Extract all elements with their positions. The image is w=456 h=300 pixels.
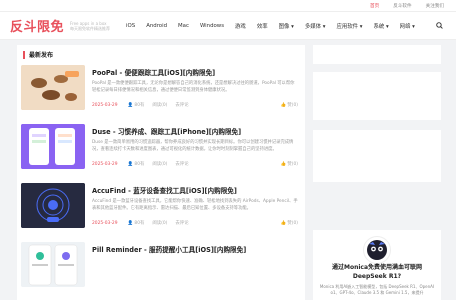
post-like-button[interactable]: 👍 赞(0) xyxy=(281,161,299,167)
post-item[interactable]: PooPal - 便便跟踪工具[iOS][内购限免] PooPal 是一款便便跟… xyxy=(21,65,301,110)
search-icon[interactable] xyxy=(435,21,445,31)
post-likes: 赞(0) xyxy=(287,221,298,226)
sidebar-widget xyxy=(313,130,441,182)
post-like-button[interactable]: 👍 赞(0) xyxy=(281,220,299,226)
post-author-name: 80有 xyxy=(134,162,145,167)
post-item[interactable]: Pill Reminder - 服药提醒小工具[iOS][内购限免] xyxy=(21,242,301,287)
post-comments-link[interactable]: 去评论 xyxy=(175,161,188,167)
post-author-name: 80有 xyxy=(134,221,145,226)
post-comments-link[interactable]: 去评论 xyxy=(175,102,188,108)
top-link-software[interactable]: 反斗软件 xyxy=(393,3,411,9)
post-author[interactable]: 👤 80有 xyxy=(128,220,145,226)
nav-item-android[interactable]: Android xyxy=(146,23,167,29)
nav-item-system[interactable]: 系统 ▾ xyxy=(373,22,388,30)
nav-item-windows[interactable]: Windows xyxy=(200,23,224,29)
post-excerpt: AccuFind 是一款蓝牙设备查找工具，它能帮你快速、准确、轻松地找到丢失的 … xyxy=(92,199,298,211)
site-logo[interactable]: 反斗限免 Free apps in a box 每天限免软件精选推荐 xyxy=(10,16,110,35)
post-like-button[interactable]: 👍 赞(0) xyxy=(281,102,299,108)
post-author[interactable]: 👤 80有 xyxy=(128,161,145,167)
post-reads: 阅读(0) xyxy=(152,221,168,226)
section-header: 最新发布 xyxy=(17,45,305,64)
thumbs-up-icon: 👍 xyxy=(280,103,286,108)
ad-description: Monica 利用AI嵌入工智能模型，包括 DeepSeek R1、OpenAI… xyxy=(319,284,435,295)
site-header: 反斗限免 Free apps in a box 每天限免软件精选推荐 iOS A… xyxy=(0,12,456,40)
post-title[interactable]: AccuFind - 蓝牙设备查找工具[iOS][内购限免] xyxy=(92,185,237,195)
post-thumbnail[interactable] xyxy=(21,242,85,287)
post-reads: 阅读(0) xyxy=(152,162,168,167)
ad-title[interactable]: 通过Monica免费使用满血可联网 DeepSeek R1? xyxy=(313,263,441,281)
nav-item-apps[interactable]: 应用软件 ▾ xyxy=(336,22,362,30)
post-likes: 赞(0) xyxy=(287,103,298,108)
post-likes: 赞(0) xyxy=(287,162,298,167)
post-thumbnail[interactable] xyxy=(21,124,85,169)
top-link-home[interactable]: 首页 xyxy=(370,3,379,9)
thumbs-up-icon: 👍 xyxy=(280,162,286,167)
nav-item-mac[interactable]: Mac xyxy=(178,23,189,29)
logo-subtitle: Free apps in a box 每天限免软件精选推荐 xyxy=(70,21,110,31)
logo-sub-cn: 每天限免软件精选推荐 xyxy=(70,25,111,31)
ad-title-line2: DeepSeek R1? xyxy=(352,273,402,280)
section-title: 最新发布 xyxy=(29,52,54,59)
post-meta: 2025-03-29 👤 80有 阅读(0) 去评论 👍 赞(0) xyxy=(92,161,299,168)
nav-item-image-label: 图像 xyxy=(278,23,290,30)
nav-item-multimedia-label: 多媒体 xyxy=(304,23,322,30)
post-title[interactable]: Pill Reminder - 服药提醒小工具[iOS][内购限免] xyxy=(92,244,246,254)
nav-item-network-label: 网络 xyxy=(399,23,411,30)
post-title[interactable]: PooPal - 便便跟踪工具[iOS][内购限免] xyxy=(92,67,215,77)
post-meta: 2025-03-29 👤 80有 阅读(0) 去评论 👍 赞(0) xyxy=(92,220,299,227)
post-date: 2025-03-29 xyxy=(92,161,118,167)
sidebar-widget xyxy=(313,72,441,120)
top-utility-bar: 首页 反斗软件 关注我们 xyxy=(0,0,456,12)
nav-item-network[interactable]: 网络 ▾ xyxy=(400,22,415,30)
latest-posts-panel: 最新发布 PooPal - 便便跟踪工具[iOS][内购限免] PooPal 是… xyxy=(17,45,305,300)
nav-item-image[interactable]: 图像 ▾ xyxy=(279,22,294,30)
ad-title-line1: 通过Monica免费使用满血可联网 xyxy=(331,264,423,271)
nav-item-multimedia[interactable]: 多媒体 ▾ xyxy=(305,22,326,30)
sidebar-ad-card[interactable]: 通过Monica免费使用满血可联网 DeepSeek R1? Monica 利用… xyxy=(313,230,441,300)
post-thumbnail[interactable] xyxy=(21,65,85,110)
sidebar-widget xyxy=(313,45,441,64)
deepseek-logo-icon xyxy=(363,236,391,264)
logo-text: 反斗限免 xyxy=(10,20,65,35)
post-author-name: 80有 xyxy=(134,103,145,108)
nav-item-system-label: 系统 xyxy=(373,23,385,30)
post-item[interactable]: Duse - 习惯养成、跟踪工具[iPhone][内购限免] Duse 是一款简… xyxy=(21,124,301,169)
section-accent-bar xyxy=(23,50,25,59)
post-item[interactable]: AccuFind - 蓝牙设备查找工具[iOS][内购限免] AccuFind … xyxy=(21,183,301,228)
main-nav: iOS Android Mac Windows 游戏 效率 图像 ▾ 多媒体 ▾… xyxy=(126,21,445,31)
post-title[interactable]: Duse - 习惯养成、跟踪工具[iPhone][内购限免] xyxy=(92,126,241,136)
post-comments-link[interactable]: 去评论 xyxy=(175,220,188,226)
post-excerpt: Duse 是一款简单易用的习惯追踪器，帮你养成良好的习惯并实现长期目标。你可以创… xyxy=(92,140,294,152)
top-link-follow[interactable]: 关注我们 xyxy=(426,3,444,9)
nav-item-apps-label: 应用软件 xyxy=(336,23,359,30)
thumbs-up-icon: 👍 xyxy=(280,221,286,226)
post-thumbnail[interactable] xyxy=(21,183,85,228)
post-author[interactable]: 👤 80有 xyxy=(128,102,145,108)
nav-item-games[interactable]: 游戏 xyxy=(235,22,246,30)
post-excerpt: PooPal 是一款便便跟踪工具，无论你是想解答自己的消化系统，还是想解决过往的… xyxy=(92,81,295,93)
post-date: 2025-03-29 xyxy=(92,220,118,226)
post-meta: 2025-03-29 👤 80有 阅读(0) 去评论 👍 赞(0) xyxy=(92,102,299,109)
nav-item-ios[interactable]: iOS xyxy=(126,23,135,29)
post-reads: 阅读(0) xyxy=(152,103,168,108)
post-date: 2025-03-29 xyxy=(92,102,118,108)
nav-item-efficiency[interactable]: 效率 xyxy=(257,22,268,30)
